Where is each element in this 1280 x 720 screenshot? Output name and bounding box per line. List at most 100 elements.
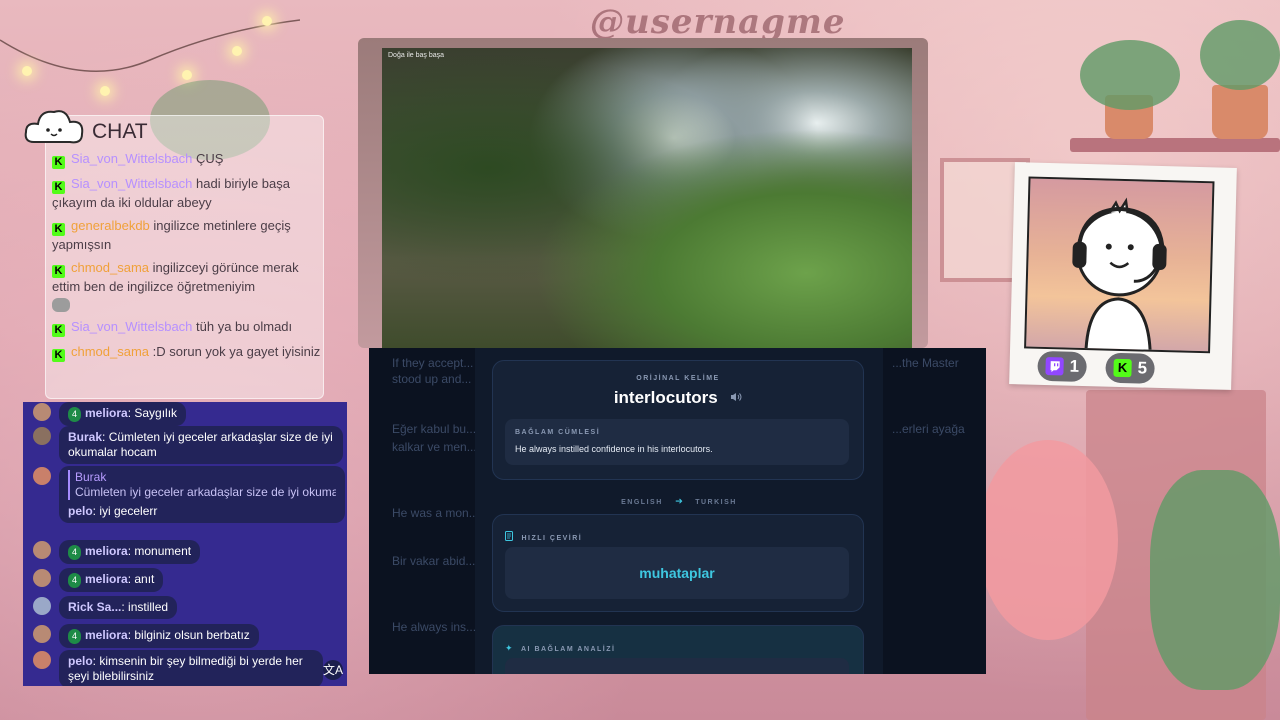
twitch-icon — [1045, 357, 1064, 376]
twitch-text: anıt — [134, 572, 155, 586]
word-card: ORİJİNAL KELİME interlocutors BAĞLAM CÜM… — [475, 348, 883, 674]
kick-badge-icon: K — [52, 349, 65, 362]
twitch-username: Burak — [68, 430, 103, 444]
translation-result-box: muhataplar — [505, 547, 849, 599]
sub-badge: 4 — [68, 545, 82, 560]
background-text: ...the Master — [892, 356, 959, 370]
reply-quote[interactable]: Burak Cümleten iyi geceler arkadaşlar si… — [68, 470, 336, 500]
cat-emote-icon — [52, 297, 70, 312]
quick-translation-label: HIZLI ÇEVİRİ — [521, 535, 583, 542]
translate-icon[interactable]: 文A — [323, 660, 343, 680]
twitch-message: pelo: kimsenin bir şey bilmediği bi yerd… — [33, 650, 323, 686]
twitch-username: meliora — [85, 572, 128, 586]
source-language: ENGLISH — [621, 499, 663, 506]
kick-badge-icon: K — [52, 156, 65, 169]
sparkle-icon: ✦ — [505, 643, 513, 653]
twitch-text: kimsenin bir şey bilmediği bi yerde her … — [68, 654, 303, 683]
context-label: BAĞLAM CÜMLESİ — [515, 429, 601, 436]
webcam-frame: 1 K 5 — [1009, 162, 1237, 390]
background-text: Eğer kabul bu... — [392, 422, 477, 436]
arrow-right-icon: ➔ — [675, 496, 683, 506]
twitch-username: Rick Sa... — [68, 600, 122, 614]
twitch-text: monument — [134, 544, 192, 558]
chat-text: ÇUŞ — [196, 151, 224, 166]
reply-username: Burak — [75, 470, 107, 484]
channel-watermark: @usernagme — [590, 2, 846, 42]
plant — [1080, 40, 1180, 110]
twitch-message: 4 meliora: monument — [33, 540, 201, 564]
avatar — [33, 625, 51, 643]
twitch-text: bilginiz olsun berbatız — [134, 628, 250, 642]
chat-username: Sia_von_Wittelsbach — [71, 151, 193, 166]
chat-username: generalbekdb — [71, 218, 150, 233]
context-sentence-box: BAĞLAM CÜMLESİ He always instilled confi… — [505, 419, 849, 465]
twitch-message: Rick Sa...: instilled — [33, 596, 178, 619]
nature-video[interactable]: Doğa ile baş başa — [382, 48, 912, 348]
avatar — [33, 541, 51, 559]
wall-shelf — [1070, 138, 1280, 152]
background-text: ...erleri ayağa — [892, 422, 965, 436]
background-text: Bir vakar abid... — [392, 554, 476, 568]
twitch-viewer-counter: 1 — [1037, 350, 1088, 383]
twitch-username: meliora — [85, 628, 128, 642]
avatar — [33, 569, 51, 587]
twitch-message: 4 meliora: Saygılık — [33, 402, 187, 426]
language-direction: ENGLISH ➔ TURKISH — [475, 491, 883, 509]
chat-message: Kgeneralbekdb ingilizce metinlere geçiş … — [52, 217, 322, 253]
vocab-word: interlocutors — [613, 388, 718, 407]
twitch-viewer-count: 1 — [1069, 356, 1080, 376]
twitch-message: 4 meliora: bilginiz olsun berbatız — [33, 624, 259, 648]
chat-message: Kchmod_sama ingilizceyi görünce merak et… — [52, 259, 322, 312]
original-word-label: ORİJİNAL KELİME — [636, 375, 720, 382]
kick-viewer-counter: K 5 — [1105, 352, 1156, 384]
twitch-username: pelo — [68, 654, 93, 668]
document-icon — [505, 528, 513, 546]
kick-badge-icon: K — [52, 324, 65, 337]
twitch-text: Saygılık — [134, 406, 178, 420]
avatar — [33, 403, 51, 421]
chat-username: chmod_sama — [71, 260, 150, 275]
chat-username: Sia_von_Wittelsbach — [71, 319, 193, 334]
twitch-message: 4 meliora: anıt — [33, 568, 164, 592]
ai-analysis-label: AI BAĞLAM ANALİZİ — [521, 646, 616, 653]
chat-message: Kchmod_sama :D sorun yok ya gayet iyisin… — [52, 343, 322, 362]
background-text: stood up and... — [392, 372, 472, 386]
twitch-username: meliora — [85, 544, 128, 558]
quick-translation-box: HIZLI ÇEVİRİ muhataplar — [492, 514, 864, 612]
twitch-text: iyi gecelerr — [99, 504, 158, 518]
twitch-text: instilled — [128, 600, 169, 614]
chat-text: :D sorun yok ya gayet iyisiniz — [152, 344, 321, 359]
chat-message: K Sia_von_Wittelsbach tüh ya bu olmadı — [52, 318, 322, 337]
twitch-message: Burak: Cümleten iyi geceler arkadaşlar s… — [33, 426, 343, 464]
chat-message: K Sia_von_Wittelsbach ÇUŞ — [52, 150, 322, 169]
video-caption: Doğa ile baş başa — [388, 52, 445, 59]
avatar — [33, 651, 51, 669]
background-text: If they accept... — [392, 356, 474, 370]
avatar — [33, 597, 51, 615]
chat-username: chmod_sama — [71, 344, 150, 359]
kick-viewer-count: 5 — [1137, 358, 1148, 378]
target-language: TURKISH — [695, 499, 737, 506]
context-sentence[interactable]: He always instilled confidence in his in… — [515, 444, 713, 454]
avatar-illustration — [1024, 176, 1215, 354]
chat-messages: K Sia_von_Wittelsbach ÇUŞ K Sia_von_Wittel… — [52, 150, 322, 368]
twitch-username: meliora — [85, 406, 128, 420]
vocab-app-window: If they accept... stood up and... Eğer k… — [369, 348, 986, 674]
ai-analysis-box: ✦ AI BAĞLAM ANALİZİ — [492, 625, 864, 674]
twitch-chat-panel[interactable]: 4 meliora: Saygılık Burak: Cümleten iyi g… — [23, 402, 347, 686]
background-text: kalkar ve men... — [392, 440, 477, 454]
background-text: He was a mon... — [392, 506, 479, 520]
kick-badge-icon: K — [52, 265, 65, 278]
chat-message: K Sia_von_Wittelsbach hadi biriyle başa ç… — [52, 175, 322, 211]
twitch-username: pelo — [68, 504, 93, 518]
speaker-icon[interactable] — [730, 389, 742, 407]
beanbag — [978, 440, 1118, 640]
kick-icon: K — [1113, 358, 1132, 378]
cloud-icon — [22, 104, 86, 148]
kick-badge-icon: K — [52, 223, 65, 236]
plant — [1150, 470, 1280, 690]
ai-analysis-content — [505, 658, 849, 674]
avatar — [33, 467, 51, 485]
chat-title: CHAT — [92, 120, 148, 143]
sub-badge: 4 — [68, 629, 82, 644]
